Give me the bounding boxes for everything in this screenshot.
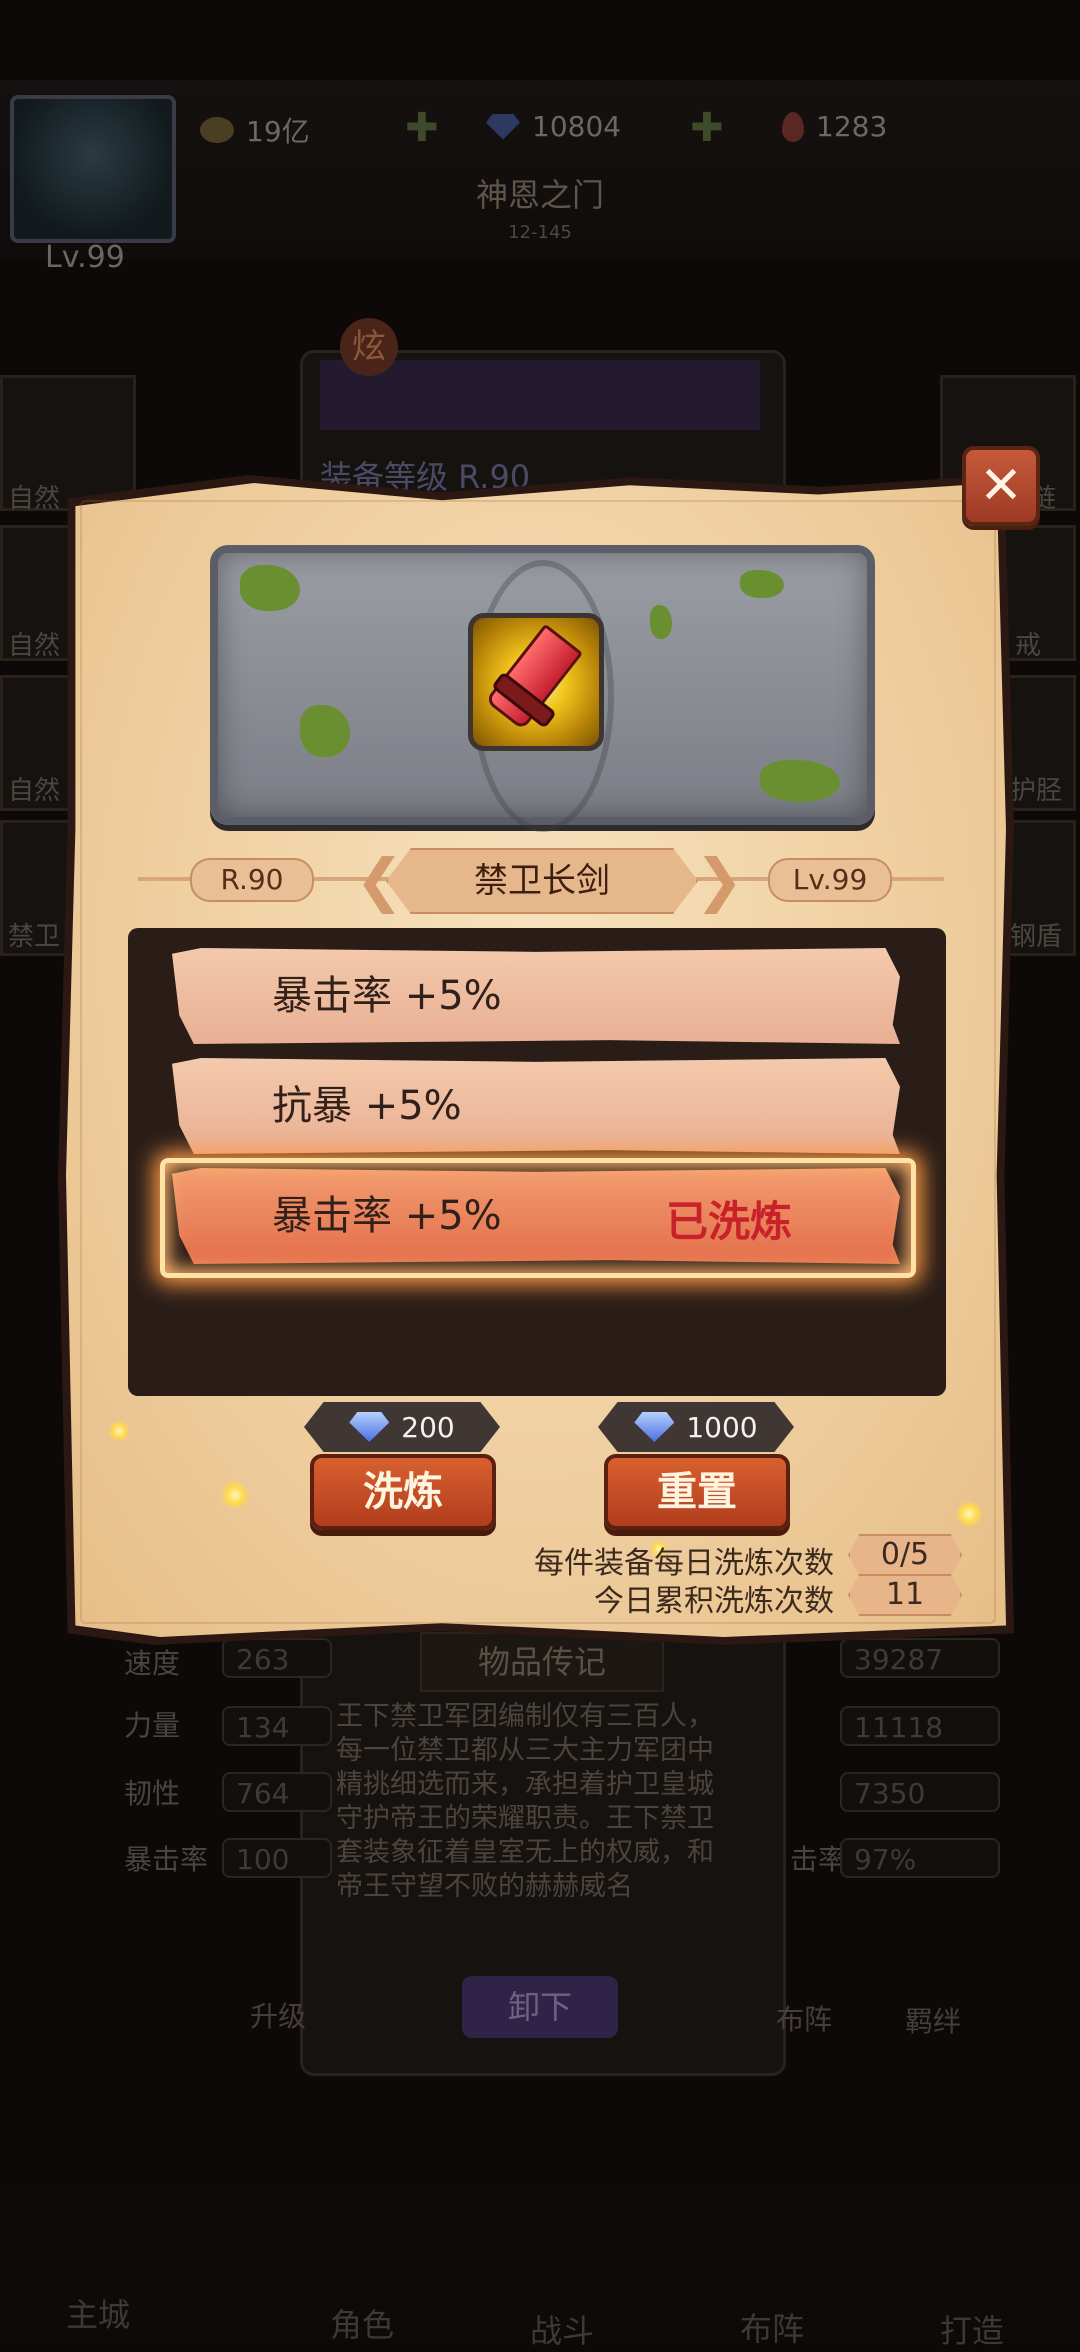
slot-label: 戒 xyxy=(1015,631,1042,661)
refined-status: 已洗炼 xyxy=(666,1197,793,1246)
unequip-button[interactable]: 卸下 xyxy=(462,1976,618,2038)
add-gem-icon[interactable]: ✚ xyxy=(690,105,724,151)
attribute-row[interactable]: 抗暴 +5% xyxy=(172,1058,900,1154)
level-tag: Lv.99 xyxy=(768,858,892,902)
stamina-resource: 1283 xyxy=(782,110,887,143)
stat-value: 97% xyxy=(840,1838,1000,1878)
refine-cost: 200 xyxy=(304,1402,500,1452)
daily-refine-count: 0/5 xyxy=(848,1534,962,1576)
stat-value: 263 xyxy=(222,1638,332,1678)
refine-button[interactable]: 洗炼 xyxy=(310,1454,496,1530)
nav-formation[interactable]: 布阵 xyxy=(740,2304,804,2350)
stamina-amount: 1283 xyxy=(816,110,888,143)
moss-decoration xyxy=(760,760,840,802)
diamond-icon xyxy=(634,1412,675,1442)
close-icon: ✕ xyxy=(979,456,1023,516)
gem-amount: 10804 xyxy=(532,110,622,143)
stat-value: 764 xyxy=(222,1772,332,1812)
stat-value: 7350 xyxy=(840,1772,1000,1812)
refined-glow xyxy=(160,1158,916,1278)
moss-decoration xyxy=(240,565,300,611)
gold-resource: 19亿 xyxy=(200,110,310,150)
moss-decoration xyxy=(650,605,672,639)
formation-button[interactable]: 布阵 xyxy=(776,1998,832,2038)
slot-label: 钢盾 xyxy=(1010,922,1063,952)
nav-character[interactable]: 角色 xyxy=(330,2300,394,2346)
player-avatar[interactable] xyxy=(10,95,176,243)
bond-button[interactable]: 羁绊 xyxy=(905,2000,961,2040)
slot-label: 自然 xyxy=(8,631,61,661)
stage-subtitle: 12-145 xyxy=(508,222,572,243)
sparkle-decoration xyxy=(108,1420,130,1442)
gold-amount: 19亿 xyxy=(246,115,310,148)
player-level: Lv.99 xyxy=(45,240,125,275)
stat-value: 11118 xyxy=(840,1706,1000,1746)
reset-button[interactable]: 重置 xyxy=(604,1454,790,1530)
refine-cost-value: 200 xyxy=(401,1410,455,1444)
attribute-text: 暴击率 +5% xyxy=(272,973,502,1019)
gold-icon xyxy=(200,117,234,143)
stat-value: 134 xyxy=(222,1706,332,1746)
total-refine-count: 11 xyxy=(848,1574,962,1616)
add-gold-icon[interactable]: ✚ xyxy=(405,105,439,151)
close-button[interactable]: ✕ xyxy=(962,446,1040,526)
moss-decoration xyxy=(740,570,784,598)
slot-label: 护胫 xyxy=(1010,776,1063,806)
sparkle-decoration xyxy=(220,1480,250,1510)
diamond-icon xyxy=(349,1412,390,1442)
stat-label: 击率 xyxy=(790,1843,847,1876)
lore-title: 物品传记 xyxy=(420,1632,664,1692)
rank-tag: R.90 xyxy=(190,858,314,902)
gem-icon xyxy=(486,113,520,140)
slot-label: 自然 xyxy=(8,776,61,806)
nav-battle[interactable]: 战斗 xyxy=(530,2306,594,2352)
equipment-banner xyxy=(320,360,760,430)
lore-text: 王下禁卫军团编制仅有三百人，每一位禁卫都从三大主力军团中精挑细选而来，承担着护卫… xyxy=(336,1701,714,1902)
sparkle-decoration xyxy=(955,1500,983,1528)
stage-title: 神恩之门 xyxy=(475,176,604,214)
show-off-badge[interactable]: 炫 xyxy=(340,318,398,376)
item-name: 禁卫长剑 xyxy=(386,848,698,914)
stat-value: 100 xyxy=(222,1838,332,1878)
upgrade-button[interactable]: 升级 xyxy=(250,1995,306,2035)
gem-resource: 10804 xyxy=(486,110,621,143)
total-refine-label: 今日累积洗炼次数 xyxy=(594,1584,834,1619)
stat-label: 力量 xyxy=(124,1709,181,1742)
nav-forge[interactable]: 打造 xyxy=(940,2306,1004,2352)
reset-cost-value: 1000 xyxy=(686,1410,758,1444)
blood-drop-icon xyxy=(782,111,804,142)
nav-main-city[interactable]: 主城 xyxy=(66,2290,130,2336)
slot-label: 禁卫 xyxy=(8,922,61,952)
reset-cost: 1000 xyxy=(598,1402,794,1452)
chevron-right-icon: ❯ xyxy=(695,846,744,914)
slot-label: 自然 xyxy=(8,484,61,514)
stat-label: 韧性 xyxy=(124,1777,181,1810)
stat-label: 速度 xyxy=(124,1647,181,1680)
attribute-row[interactable]: 暴击率 +5% xyxy=(172,948,900,1044)
attribute-text: 抗暴 +5% xyxy=(272,1083,462,1129)
stat-value: 39287 xyxy=(840,1638,1000,1678)
stat-label: 暴击率 xyxy=(124,1843,209,1876)
